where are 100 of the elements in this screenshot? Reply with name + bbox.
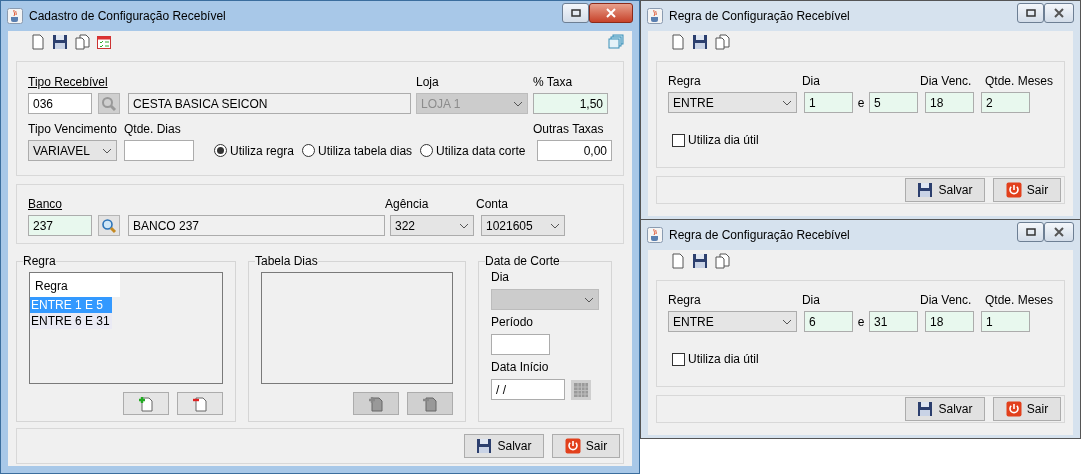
close-button[interactable] — [589, 3, 633, 23]
conjunction-text: e — [856, 95, 866, 110]
field-label: Data Início — [491, 360, 550, 374]
search-button[interactable] — [98, 215, 120, 236]
field-label: Qtde. Meses — [984, 73, 1053, 88]
period-field[interactable] — [491, 334, 550, 355]
window-title: Cadastro de Configuração Recebível — [29, 9, 227, 23]
checkbox[interactable]: Utiliza dia útil — [672, 133, 782, 147]
list-item[interactable]: ENTRE 6 E 31 — [30, 313, 112, 329]
save-icon[interactable] — [692, 34, 708, 50]
day-from-field[interactable]: 1 — [804, 92, 853, 113]
due-day-field[interactable]: 18 — [925, 311, 974, 332]
checkbox[interactable]: Utiliza dia útil — [672, 352, 782, 366]
day-to-field[interactable]: 5 — [869, 92, 918, 113]
power-icon — [1005, 401, 1022, 417]
copy-icon[interactable] — [714, 253, 730, 269]
rule-dropdown[interactable]: ENTRE — [668, 311, 797, 332]
other-fees-field[interactable]: 0,00 — [537, 140, 612, 161]
restore-button[interactable] — [1017, 222, 1044, 242]
caret-icon — [459, 222, 469, 229]
close-button[interactable] — [1044, 222, 1074, 242]
radio-option[interactable]: Utiliza tabela dias — [302, 143, 413, 158]
close-icon — [1053, 8, 1065, 18]
branch-dropdown[interactable]: 322 — [390, 215, 474, 236]
field-label: Qtde. Dias — [124, 121, 182, 136]
caret-icon — [513, 100, 523, 107]
exit-button[interactable]: Sair — [993, 397, 1061, 421]
restore-icon — [1024, 8, 1037, 18]
field-label: Dia — [491, 270, 510, 284]
field-label: Dia Venc. — [920, 292, 973, 307]
close-icon — [1053, 227, 1065, 237]
account-dropdown[interactable]: 1021605 — [481, 215, 565, 236]
rule-dropdown[interactable]: ENTRE — [668, 92, 797, 113]
rate-field[interactable]: 1,50 — [533, 93, 608, 114]
field-label: % Taxa — [533, 74, 573, 89]
days-field[interactable] — [124, 140, 194, 161]
bank-name-field: BANCO 237 — [128, 215, 385, 236]
field-label: Banco — [28, 196, 64, 211]
window-title: Regra de Configuração Recebível — [669, 228, 851, 242]
months-field[interactable]: 1 — [981, 311, 1030, 332]
power-icon — [1005, 182, 1022, 198]
save-icon — [476, 438, 493, 454]
save-icon — [917, 401, 934, 417]
exit-button[interactable]: Sair — [552, 434, 620, 458]
field-label: Loja — [416, 74, 440, 89]
save-icon[interactable] — [52, 34, 68, 50]
field-label: Tipo Vencimento — [28, 121, 118, 136]
cup-icon — [7, 8, 23, 24]
close-icon — [605, 8, 617, 18]
column-header: Regra — [30, 273, 120, 297]
new-document-icon[interactable] — [30, 34, 46, 50]
exit-button[interactable]: Sair — [993, 178, 1061, 202]
months-field[interactable]: 2 — [981, 92, 1030, 113]
calendar-icon[interactable] — [571, 379, 591, 400]
caret-icon — [782, 318, 792, 325]
save-button[interactable]: Salvar — [905, 178, 985, 202]
group-title: Data de Corte — [485, 254, 560, 268]
field-label: Conta — [476, 196, 509, 211]
restore-button[interactable] — [562, 3, 589, 23]
due-day-field[interactable]: 18 — [925, 92, 974, 113]
new-document-icon[interactable] — [670, 34, 686, 50]
due-type-dropdown[interactable]: VARIAVEL — [28, 140, 117, 161]
save-button[interactable]: Salvar — [905, 397, 985, 421]
cascade-windows-icon[interactable] — [608, 34, 624, 50]
new-document-icon[interactable] — [670, 253, 686, 269]
save-icon[interactable] — [692, 253, 708, 269]
calendar-checklist-icon[interactable] — [96, 34, 112, 50]
radio-option[interactable]: Utiliza regra — [214, 143, 295, 158]
day-to-field[interactable]: 31 — [869, 311, 918, 332]
save-button[interactable]: Salvar — [464, 434, 544, 458]
copy-icon[interactable] — [714, 34, 730, 50]
cup-icon — [647, 227, 663, 243]
day-from-field[interactable]: 6 — [804, 311, 853, 332]
code-field[interactable]: 036 — [28, 93, 92, 114]
add-document-icon — [138, 395, 154, 412]
field-label: Período — [491, 315, 535, 329]
remove-button[interactable] — [177, 392, 223, 415]
bank-code-field[interactable]: 237 — [28, 215, 92, 236]
radio-option[interactable]: Utiliza data corte — [420, 143, 526, 158]
restore-button[interactable] — [1017, 3, 1044, 23]
date-field[interactable]: / / — [491, 379, 565, 400]
group-title: Tabela Dias — [255, 254, 318, 268]
field-label: Dia Venc. — [920, 73, 973, 88]
field-label: Tipo Recebível — [28, 74, 109, 89]
group-title: Regra — [23, 254, 56, 268]
field-label: Dia — [801, 73, 821, 88]
field-label: Qtde. Meses — [984, 292, 1053, 307]
search-icon — [101, 95, 117, 112]
add-button[interactable] — [123, 392, 169, 415]
restore-icon — [1024, 227, 1037, 237]
caret-icon — [102, 147, 112, 154]
close-button[interactable] — [1044, 3, 1074, 23]
conjunction-text: e — [856, 314, 866, 329]
copy-icon[interactable] — [74, 34, 90, 50]
add-document-icon — [368, 395, 384, 412]
field-label: Agência — [385, 196, 430, 211]
caret-icon — [782, 99, 792, 106]
cup-icon — [647, 8, 663, 24]
search-icon — [101, 217, 117, 234]
power-icon — [564, 438, 581, 454]
